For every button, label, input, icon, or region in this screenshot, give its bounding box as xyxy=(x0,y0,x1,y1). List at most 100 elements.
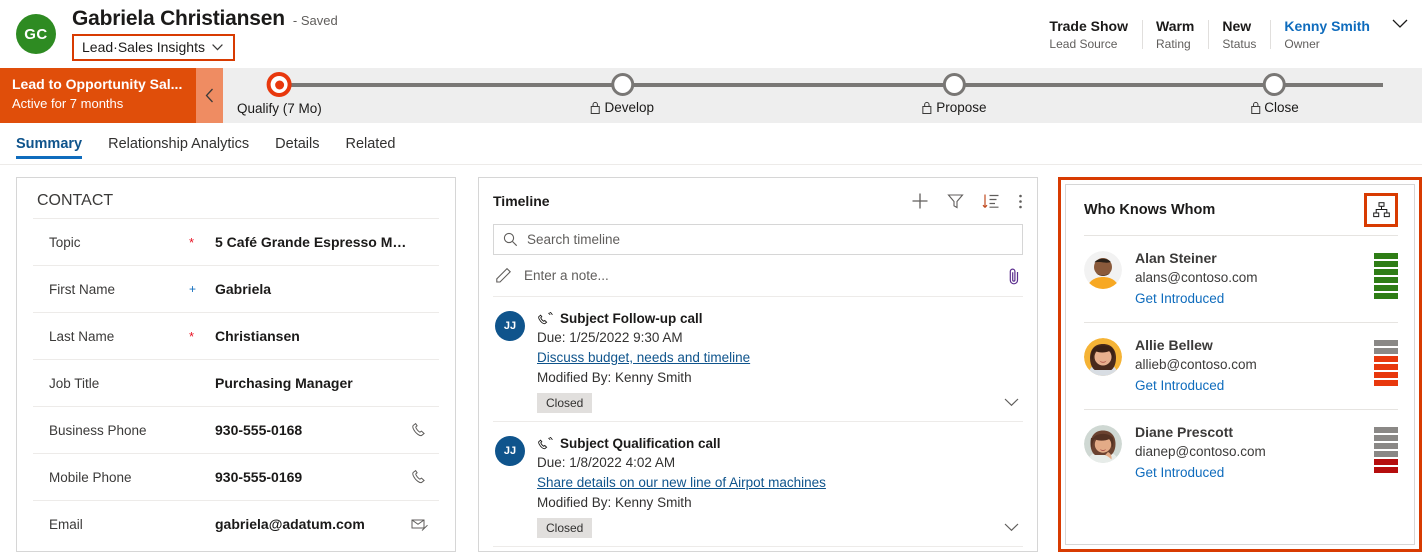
get-introduced-link[interactable]: Get Introduced xyxy=(1135,288,1361,309)
timeline-note-input-row[interactable]: Enter a note... xyxy=(493,255,1023,297)
tab-details[interactable]: Details xyxy=(275,123,319,165)
add-icon[interactable] xyxy=(911,192,929,210)
header-field-value: Warm xyxy=(1156,17,1194,35)
who-knows-whom-column: Who Knows Whom xyxy=(1048,177,1422,552)
tab-summary[interactable]: Summary xyxy=(16,123,82,165)
process-stage-close[interactable]: Close xyxy=(1250,68,1299,115)
timeline-item-description-link[interactable]: Share details on our new line of Airpot … xyxy=(537,473,1021,493)
avatar xyxy=(1084,338,1122,376)
chevron-left-icon[interactable] xyxy=(196,68,223,123)
who-knows-whom-highlight: Who Knows Whom xyxy=(1058,177,1422,552)
avatar: JJ xyxy=(495,436,525,466)
timeline-search-box[interactable]: Search timeline xyxy=(493,224,1023,255)
header-field-value[interactable]: Kenny Smith xyxy=(1284,17,1370,35)
header-field-status[interactable]: New Status xyxy=(1208,17,1270,53)
phone-icon[interactable] xyxy=(411,469,437,486)
note-input[interactable]: Enter a note... xyxy=(524,268,609,283)
timeline-item[interactable]: JJ Subject Qualification call Due: 1/8/2… xyxy=(493,422,1023,547)
chevron-down-icon[interactable] xyxy=(1004,398,1019,407)
header-field-value: Trade Show xyxy=(1049,17,1128,35)
stage-label: Close xyxy=(1264,100,1299,115)
field-row-mobile-phone[interactable]: Mobile Phone 930-555-0169 xyxy=(33,453,439,500)
who-knows-whom-person[interactable]: Diane Prescott dianep@contoso.com Get In… xyxy=(1084,409,1398,496)
person-email: allieb@contoso.com xyxy=(1135,355,1361,375)
tab-related[interactable]: Related xyxy=(345,123,395,165)
timeline-item[interactable]: JJ Subject Follow-up call Due: 1/25/2022… xyxy=(493,297,1023,422)
tab-relationship-analytics[interactable]: Relationship Analytics xyxy=(108,123,249,165)
field-row-job-title[interactable]: Job Title Purchasing Manager xyxy=(33,359,439,406)
header-field-label: Owner xyxy=(1284,36,1319,53)
process-stage-track: Qualify (7 Mo) Develop Pr xyxy=(223,68,1422,123)
person-info: Alan Steiner alans@contoso.com Get Intro… xyxy=(1135,248,1361,309)
sort-icon[interactable] xyxy=(982,193,1000,210)
stage-label-wrap: Develop xyxy=(591,100,655,115)
pencil-icon xyxy=(495,267,512,284)
timeline-item-modified-by: Modified By: Kenny Smith xyxy=(537,493,1021,513)
field-row-topic[interactable]: Topic * 5 Café Grande Espresso Machines … xyxy=(33,218,439,265)
status-badge: Closed xyxy=(537,518,592,538)
field-value: 930-555-0169 xyxy=(215,469,411,485)
field-value: gabriela@adatum.com xyxy=(215,516,411,532)
process-stage-propose[interactable]: Propose xyxy=(922,68,986,115)
phone-icon[interactable] xyxy=(411,422,437,439)
chevron-down-icon[interactable] xyxy=(1004,523,1019,532)
relationship-strength-bars xyxy=(1374,253,1398,299)
timeline-item-modified-by: Modified By: Kenny Smith xyxy=(537,368,1021,388)
search-input[interactable]: Search timeline xyxy=(527,232,620,247)
header-field-label: Status xyxy=(1222,36,1256,53)
lock-icon xyxy=(1250,101,1260,114)
org-chart-icon[interactable] xyxy=(1364,193,1398,227)
timeline-title: Timeline xyxy=(493,193,550,209)
stage-label-wrap: Qualify (7 Mo) xyxy=(237,101,322,116)
field-value: Christiansen xyxy=(215,328,411,344)
process-stage-qualify[interactable]: Qualify (7 Mo) xyxy=(237,68,322,116)
business-process-flow: Lead to Opportunity Sal... Active for 7 … xyxy=(0,68,1422,123)
header-field-owner[interactable]: Kenny Smith Owner xyxy=(1270,17,1384,53)
required-marker: * xyxy=(189,236,215,249)
entity-type-label: Lead xyxy=(82,39,113,55)
field-row-first-name[interactable]: First Name + Gabriela xyxy=(33,265,439,312)
stage-label-wrap: Propose xyxy=(922,100,986,115)
person-info: Diane Prescott dianep@contoso.com Get In… xyxy=(1135,422,1361,483)
header-expand-chevron-down-icon[interactable] xyxy=(1384,17,1410,29)
person-email: alans@contoso.com xyxy=(1135,268,1361,288)
timeline-item-subject: Subject Follow-up call xyxy=(560,309,703,328)
header-field-rating[interactable]: Warm Rating xyxy=(1142,17,1208,53)
header-field-lead-source[interactable]: Trade Show Lead Source xyxy=(1035,17,1142,53)
email-icon[interactable] xyxy=(411,517,437,532)
field-label: Mobile Phone xyxy=(49,470,189,485)
stage-label-wrap: Close xyxy=(1250,100,1299,115)
who-knows-whom-person[interactable]: Alan Steiner alans@contoso.com Get Intro… xyxy=(1084,235,1398,322)
phone-call-icon xyxy=(537,312,553,326)
timeline-column: Timeline xyxy=(470,177,1048,552)
field-value: 930-555-0168 xyxy=(215,422,411,438)
lock-icon xyxy=(922,101,932,114)
timeline-item-description-link[interactable]: Discuss budget, needs and timeline xyxy=(537,348,1021,368)
person-email: dianep@contoso.com xyxy=(1135,442,1361,462)
field-label: Last Name xyxy=(49,329,189,344)
stage-marker-active xyxy=(267,72,292,97)
process-stage-develop[interactable]: Develop xyxy=(591,68,655,115)
who-knows-whom-card: Who Knows Whom xyxy=(1065,184,1415,545)
field-label: Job Title xyxy=(49,376,189,391)
relationship-strength-bars xyxy=(1374,340,1398,386)
entity-app-switcher[interactable]: Lead · Sales Insights xyxy=(72,34,235,61)
field-row-business-phone[interactable]: Business Phone 930-555-0168 xyxy=(33,406,439,453)
paperclip-icon[interactable] xyxy=(1007,267,1021,285)
process-stage-banner[interactable]: Lead to Opportunity Sal... Active for 7 … xyxy=(0,68,196,123)
chevron-down-icon[interactable] xyxy=(212,44,223,51)
get-introduced-link[interactable]: Get Introduced xyxy=(1135,462,1361,483)
filter-icon[interactable] xyxy=(947,193,964,210)
who-knows-whom-person[interactable]: Allie Bellew allieb@contoso.com Get Intr… xyxy=(1084,322,1398,409)
record-title-row: Gabriela Christiansen - Saved xyxy=(72,7,338,31)
person-name: Allie Bellew xyxy=(1135,335,1361,355)
stage-label: Propose xyxy=(936,100,986,115)
more-commands-icon[interactable] xyxy=(1018,193,1023,210)
field-row-last-name[interactable]: Last Name * Christiansen xyxy=(33,312,439,359)
get-introduced-link[interactable]: Get Introduced xyxy=(1135,375,1361,396)
timeline-header: Timeline xyxy=(493,178,1023,224)
header-field-label: Lead Source xyxy=(1049,36,1117,53)
timeline-panel: Timeline xyxy=(478,177,1038,552)
field-label: First Name xyxy=(49,282,189,297)
field-row-email[interactable]: Email gabriela@adatum.com xyxy=(33,500,439,547)
